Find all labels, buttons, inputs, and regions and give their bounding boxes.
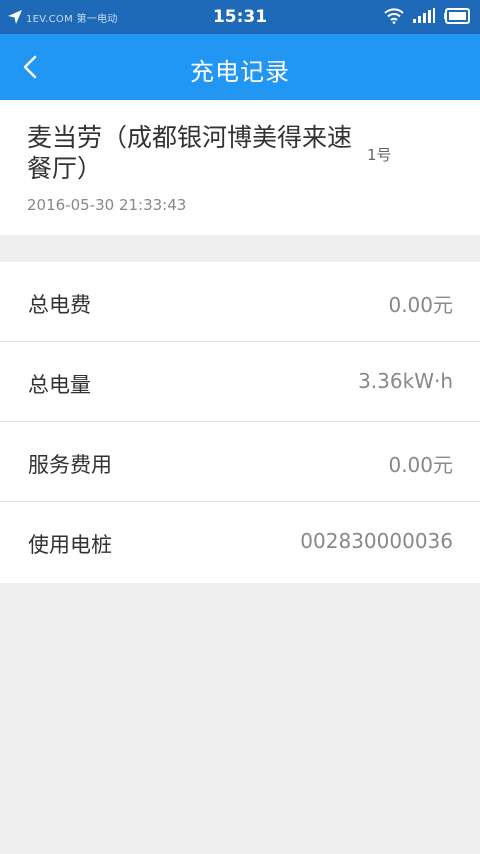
detail-row-total-energy: 总电量 3.36kW·h xyxy=(0,342,480,422)
page-title: 充电记录 xyxy=(190,58,290,86)
charge-datetime: 2016-05-30 21:33:43 xyxy=(27,196,187,214)
status-right xyxy=(384,8,472,24)
detail-row-service-fee: 服务费用 0.00元 xyxy=(0,422,480,502)
detail-value: 002830000036 xyxy=(300,529,453,553)
detail-label: 使用电桩 xyxy=(28,533,112,557)
wifi-icon xyxy=(384,8,404,24)
detail-label: 总电量 xyxy=(28,373,91,397)
detail-label: 总电费 xyxy=(28,293,91,317)
title-bar: 充电记录 xyxy=(0,34,480,100)
station-name: 麦当劳（成都银河博美得来速餐厅） xyxy=(27,123,353,183)
detail-row-total-fee: 总电费 0.00元 xyxy=(0,262,480,342)
signal-icon xyxy=(413,8,435,23)
battery-icon xyxy=(444,8,470,24)
detail-value: 0.00元 xyxy=(388,453,453,477)
details-list: 总电费 0.00元 总电量 3.36kW·h 服务费用 0.00元 使用电桩 0… xyxy=(0,262,480,583)
station-card: 麦当劳（成都银河博美得来速餐厅） 1号 2016-05-30 21:33:43 xyxy=(0,100,480,235)
detail-label: 服务费用 xyxy=(28,453,112,477)
detail-value: 3.36kW·h xyxy=(358,369,453,393)
plug-number: 1号 xyxy=(367,146,392,164)
status-bar: 1EV.COM 第一电动 15:31 xyxy=(0,0,480,34)
detail-row-charger-id: 使用电桩 002830000036 xyxy=(0,502,480,583)
detail-value: 0.00元 xyxy=(388,293,453,317)
